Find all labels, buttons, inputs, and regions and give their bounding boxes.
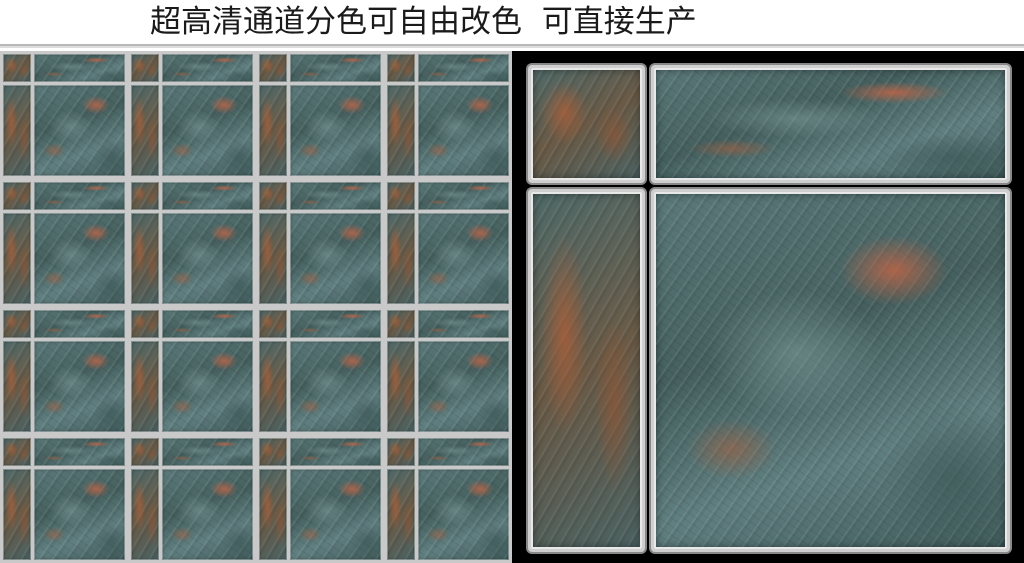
top-strip-tile [651,65,1010,183]
corner-tile [528,65,645,183]
grid-corner-tile [387,438,415,466]
grid-top-strip [418,182,509,210]
grid-main-tile [290,341,381,432]
grid-top-strip [290,310,381,338]
grid-corner-tile [387,54,415,82]
header-bar: 超高清通道分色可自由改色 可直接生产 [0,0,1024,46]
grid-top-strip [162,54,253,82]
grid-side-strip [131,341,159,432]
grid-top-strip [162,438,253,466]
grid-side-strip [259,85,287,176]
grid-side-strip [131,85,159,176]
grid-side-strip [131,213,159,304]
grid-corner-tile [131,54,159,82]
grid-main-tile [34,213,125,304]
grid-top-strip [34,438,125,466]
grid-top-strip [290,182,381,210]
grid-corner-tile [3,438,31,466]
grid-side-strip [259,213,287,304]
grid-main-tile [34,469,125,560]
page-title: 超高清通道分色可自由改色 可直接生产 [150,4,697,40]
grid-side-strip [131,469,159,560]
grid-top-strip [418,438,509,466]
grid-corner-tile [387,182,415,210]
grid-top-strip [418,54,509,82]
grid-top-strip [290,54,381,82]
tiled-preview-panel [0,51,512,563]
grid-corner-tile [3,54,31,82]
grid-top-strip [418,310,509,338]
grid-side-strip [387,469,415,560]
grid-side-strip [3,85,31,176]
grid-main-tile [418,85,509,176]
grid-corner-tile [131,182,159,210]
grid-main-tile [162,85,253,176]
grid-main-tile [162,213,253,304]
grid-main-tile [34,341,125,432]
grid-side-strip [387,341,415,432]
grid-corner-tile [259,182,287,210]
grid-corner-tile [259,310,287,338]
grid-side-strip [3,341,31,432]
tile-layout-panel [512,51,1024,563]
grid-side-strip [259,341,287,432]
grid-main-tile [162,469,253,560]
grid-corner-tile [259,54,287,82]
grid-top-strip [34,182,125,210]
grid-main-tile [418,469,509,560]
grid-main-tile [290,469,381,560]
grid-corner-tile [3,182,31,210]
grid-side-strip [387,213,415,304]
grid-side-strip [259,469,287,560]
grid-top-strip [162,182,253,210]
grid-corner-tile [387,310,415,338]
grid-corner-tile [131,310,159,338]
grid-top-strip [162,310,253,338]
grid-main-tile [418,213,509,304]
main-square-tile [651,189,1010,552]
grid-side-strip [3,213,31,304]
grid-top-strip [34,54,125,82]
grid-main-tile [290,213,381,304]
grid-side-strip [3,469,31,560]
grid-main-tile [418,341,509,432]
grid-corner-tile [3,310,31,338]
grid-side-strip [387,85,415,176]
side-strip-tile [528,189,645,552]
grid-main-tile [34,85,125,176]
grid-top-strip [34,310,125,338]
grid-corner-tile [259,438,287,466]
grid-main-tile [290,85,381,176]
grid-corner-tile [131,438,159,466]
grid-top-strip [290,438,381,466]
grid-main-tile [162,341,253,432]
